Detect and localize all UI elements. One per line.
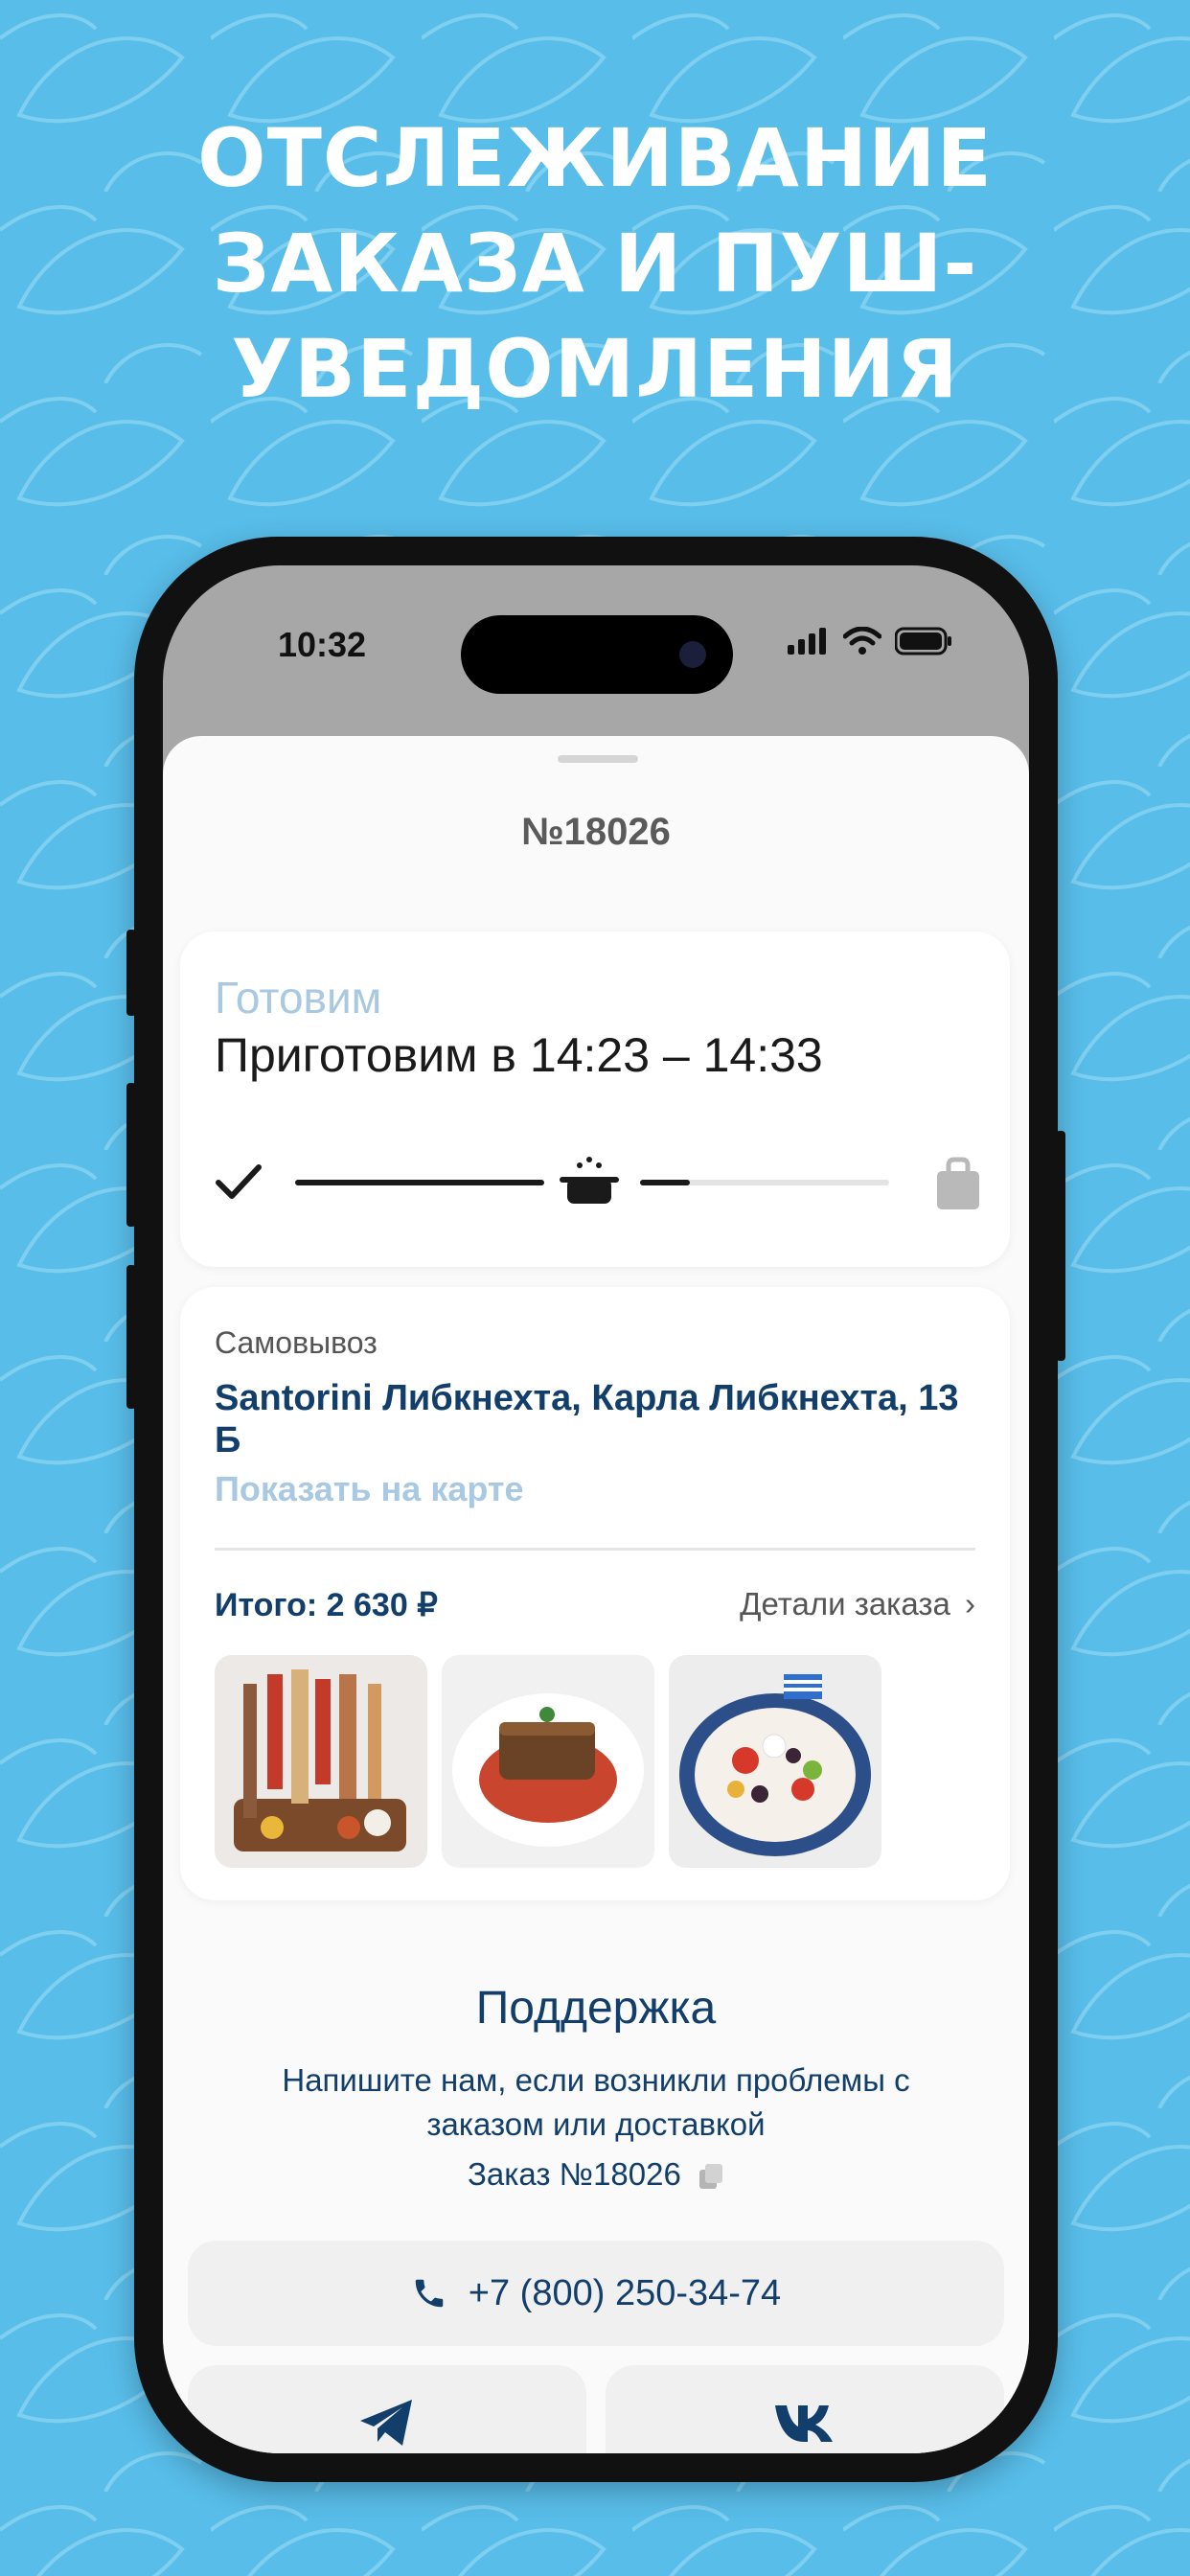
support-order-ref[interactable]: Заказ №18026 <box>163 2156 1029 2193</box>
order-total: Итого: 2 630 ₽ <box>215 1587 438 1623</box>
dynamic-island <box>461 615 733 694</box>
support-order-label: Заказ №18026 <box>467 2156 681 2192</box>
progress-segment-1 <box>295 1180 544 1185</box>
phone-icon <box>415 2279 444 2308</box>
support-text: Напишите нам, если возникли проблемы с з… <box>282 2062 910 2142</box>
dish-thumbnail-greek-salad[interactable] <box>669 1655 881 1868</box>
status-icons <box>788 627 952 656</box>
promo-headline: ОТСЛЕЖИВАНИЕ ЗАКАЗА И ПУШ- УВЕДОМЛЕНИЯ <box>0 105 1190 422</box>
pickup-address: Santorini Либкнехта, Карла Либкнехта, 13… <box>215 1378 959 1460</box>
order-sheet: №18026 Готовим Приготовим в 14:23 – 14:3… <box>163 736 1029 2453</box>
order-details-label: Детали заказа <box>740 1586 950 1622</box>
telegram-icon <box>360 2400 412 2446</box>
telegram-button[interactable] <box>188 2365 586 2453</box>
check-icon <box>216 1164 262 1199</box>
copy-icon[interactable] <box>698 2162 724 2191</box>
headline-line-3: УВЕДОМЛЕНИЯ <box>231 322 959 416</box>
support-phone-number: +7 (800) 250-34-74 <box>468 2272 782 2313</box>
status-time: 10:32 <box>278 625 367 664</box>
order-progress <box>216 1157 979 1209</box>
power-button <box>1056 1131 1065 1361</box>
delivery-type: Самовывоз <box>215 1325 378 1360</box>
support-title: Поддержка <box>475 1983 717 2034</box>
phone-screen: 10:32 №18026 Готовим Приготовим в 14:23 … <box>163 565 1029 2453</box>
phone-frame: 10:32 №18026 Готовим Приготовим в 14:23 … <box>126 537 1065 2482</box>
volume-down-button <box>126 1265 136 1409</box>
headline-line-1: ОТСЛЕЖИВАНИЕ <box>197 111 993 205</box>
status-time-estimate: Приготовим в 14:23 – 14:33 <box>215 1028 823 1082</box>
wifi-icon <box>843 627 881 655</box>
action-button <box>126 930 136 1016</box>
order-items-thumbnails <box>215 1655 881 1868</box>
status-label: Готовим <box>215 973 382 1023</box>
progress-segment-2-fill <box>640 1180 690 1185</box>
chevron-right-icon: › <box>965 1586 975 1622</box>
cooking-pot-icon <box>560 1157 619 1204</box>
camera-icon <box>679 641 706 668</box>
order-number-title: №18026 <box>521 811 671 853</box>
headline-line-2: ЗАКАЗА И ПУШ- <box>212 217 978 310</box>
order-details-link[interactable]: Детали заказа › <box>740 1586 975 1622</box>
volume-up-button <box>126 1083 136 1227</box>
signal-icon <box>788 628 826 655</box>
call-support-button[interactable]: +7 (800) 250-34-74 <box>188 2241 1004 2346</box>
show-on-map-link[interactable]: Показать на карте <box>215 1469 524 1509</box>
divider <box>215 1548 975 1551</box>
order-status-card: Готовим Приготовим в 14:23 – 14:33 <box>180 932 1010 1267</box>
dish-thumbnail-moussaka[interactable] <box>442 1655 654 1868</box>
sheet-grabber[interactable] <box>558 755 638 763</box>
vk-icon <box>775 2405 833 2442</box>
pickup-card: Самовывоз Santorini Либкнехта, Карла Либ… <box>180 1287 1010 1900</box>
bag-icon <box>937 1157 979 1209</box>
dish-thumbnail-skewers[interactable] <box>215 1655 427 1868</box>
battery-icon <box>895 627 951 656</box>
vk-button[interactable] <box>606 2365 1004 2453</box>
